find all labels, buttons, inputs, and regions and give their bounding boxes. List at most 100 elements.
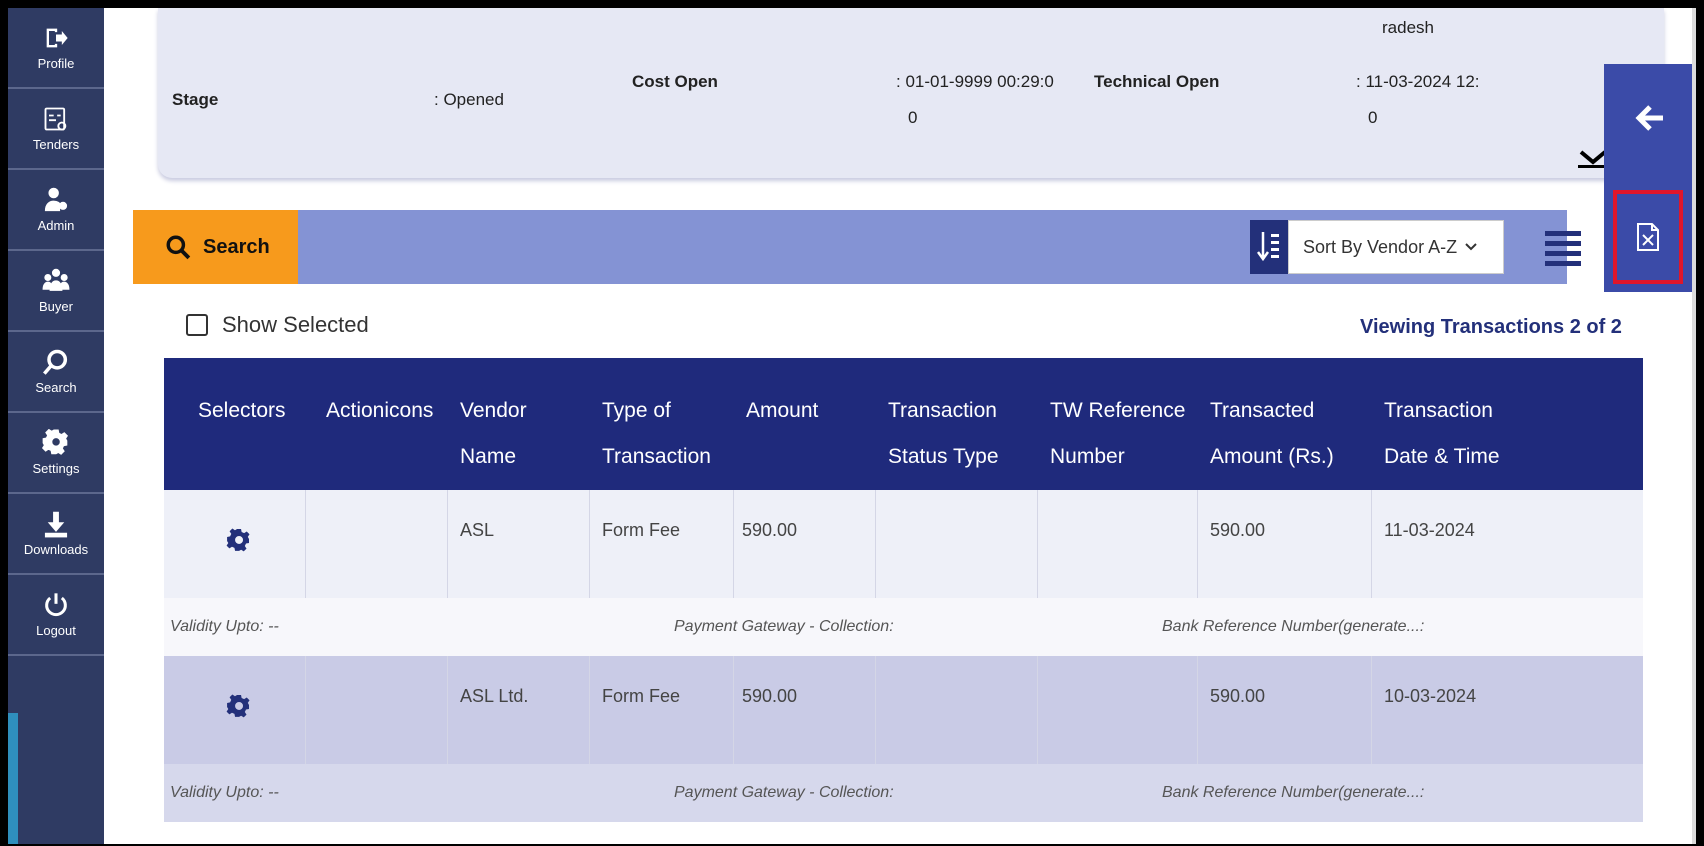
row-details: Validity Upto: -- Payment Gateway - Coll… bbox=[164, 764, 1643, 822]
stage-value: : Opened bbox=[434, 90, 504, 109]
header-line: Transaction bbox=[602, 445, 711, 468]
sort-icon[interactable] bbox=[1250, 220, 1288, 274]
header-transaction-date-time: Transaction Date & Time bbox=[1372, 358, 1543, 490]
cost-open-value: : 01-01-9999 00:29:0 bbox=[896, 72, 1054, 91]
sidebar-item-admin[interactable]: Admin bbox=[8, 170, 104, 251]
checkbox-box[interactable] bbox=[186, 314, 208, 336]
header-line: TW Reference bbox=[1050, 399, 1186, 422]
header-selectors: Selectors bbox=[164, 358, 306, 490]
header-line: Amount (Rs.) bbox=[1210, 445, 1334, 468]
buyer-icon bbox=[42, 268, 70, 291]
export-excel-button[interactable] bbox=[1613, 190, 1683, 284]
show-selected-label: Show Selected bbox=[222, 312, 369, 337]
row-details: Validity Upto: -- Payment Gateway - Coll… bbox=[164, 598, 1643, 656]
search-icon bbox=[166, 235, 191, 260]
selector-cell bbox=[164, 490, 306, 598]
header-amount: Amount bbox=[734, 358, 876, 490]
gear-icon[interactable] bbox=[226, 694, 252, 720]
header-line: Actionicons bbox=[326, 399, 434, 422]
scrollbar[interactable] bbox=[1692, 8, 1696, 844]
amount-cell: 590.00 bbox=[734, 656, 876, 764]
header-tw-reference-number: TW Reference Number bbox=[1038, 358, 1198, 490]
app-frame: Profile Tenders Admin Buyer Search Setti… bbox=[8, 8, 1696, 844]
show-selected-checkbox[interactable]: Show Selected bbox=[186, 312, 369, 338]
sidebar-item-label: Buyer bbox=[39, 299, 73, 314]
sidebar-item-label: Admin bbox=[37, 218, 75, 233]
table-header: Selectors Actionicons Vendor Name Type of… bbox=[164, 358, 1643, 490]
selector-cell bbox=[164, 656, 306, 764]
viewing-count: Viewing Transactions 2 of 2 bbox=[1360, 316, 1622, 338]
technical-open-value-cont: 0 bbox=[1368, 108, 1378, 127]
bank-reference-text: Bank Reference Number(generate...: bbox=[1162, 618, 1425, 635]
sidebar-item-label: Downloads bbox=[23, 542, 89, 557]
table-row[interactable]: ASL Form Fee 590.00 590.00 11-03-2024 bbox=[164, 490, 1643, 598]
tw-reference-cell bbox=[1038, 656, 1198, 764]
sidebar-item-profile[interactable]: Profile bbox=[8, 8, 104, 89]
profile-icon bbox=[46, 28, 68, 48]
status-type-cell bbox=[876, 490, 1038, 598]
sidebar-item-downloads[interactable]: Downloads bbox=[8, 494, 104, 575]
sidebar-item-label: Tenders bbox=[32, 137, 80, 152]
back-button[interactable] bbox=[1604, 64, 1696, 172]
header-line: Vendor bbox=[460, 399, 527, 422]
arrow-left-icon bbox=[1635, 105, 1663, 131]
admin-icon bbox=[44, 187, 68, 212]
actionicons-cell bbox=[306, 656, 448, 764]
header-line: Status Type bbox=[888, 445, 999, 468]
download-icon bbox=[44, 511, 68, 538]
header-vendor-name: Vendor Name bbox=[448, 358, 590, 490]
header-line: Name bbox=[460, 445, 517, 468]
sidebar: Profile Tenders Admin Buyer Search Setti… bbox=[8, 8, 104, 844]
header-line: Amount bbox=[746, 399, 819, 422]
payment-gateway-text: Payment Gateway - Collection: bbox=[674, 784, 894, 801]
validity-text: Validity Upto: -- bbox=[170, 784, 279, 801]
transacted-amount-cell: 590.00 bbox=[1198, 490, 1372, 598]
sidebar-item-buyer[interactable]: Buyer bbox=[8, 251, 104, 332]
sidebar-item-label: Search bbox=[35, 380, 77, 395]
vendor-name-cell: ASL Ltd. bbox=[448, 656, 590, 764]
bank-reference-text: Bank Reference Number(generate...: bbox=[1162, 784, 1425, 801]
logout-icon bbox=[45, 593, 67, 617]
header-line: Transacted bbox=[1210, 399, 1315, 422]
transacted-amount-cell: 590.00 bbox=[1198, 656, 1372, 764]
hamburger-menu-icon[interactable] bbox=[1543, 228, 1583, 268]
sort-dropdown-value: Sort By Vendor A-Z bbox=[1303, 236, 1458, 257]
header-line: Number bbox=[1050, 445, 1125, 468]
header-transacted-amount: Transacted Amount (Rs.) bbox=[1198, 358, 1372, 490]
amount-cell: 590.00 bbox=[734, 490, 876, 598]
technical-open-value: : 11-03-2024 12: bbox=[1356, 72, 1480, 91]
header-line: Type of bbox=[602, 399, 671, 422]
gear-icon[interactable] bbox=[226, 528, 252, 554]
settings-icon bbox=[42, 429, 69, 455]
sort-direction-icon bbox=[1257, 232, 1279, 262]
payment-gateway-text: Payment Gateway - Collection: bbox=[674, 618, 894, 635]
transaction-date-cell: 10-03-2024 bbox=[1384, 686, 1477, 706]
header-line: Transaction bbox=[888, 399, 997, 422]
search-button-label: Search bbox=[203, 235, 270, 258]
cost-open-value-cont: 0 bbox=[908, 108, 918, 127]
tenders-icon bbox=[44, 107, 67, 131]
table-row[interactable]: ASL Ltd. Form Fee 590.00 590.00 10-03-20… bbox=[164, 656, 1643, 764]
sidebar-item-label: Logout bbox=[36, 623, 76, 638]
floating-action-panel bbox=[1604, 64, 1696, 292]
transaction-date-cell: 11-03-2024 bbox=[1384, 520, 1475, 540]
sidebar-item-tenders[interactable]: Tenders bbox=[8, 89, 104, 170]
sidebar-item-logout[interactable]: Logout bbox=[8, 575, 104, 656]
transaction-type-cell: Form Fee bbox=[590, 490, 734, 598]
search-button[interactable]: Search bbox=[133, 210, 298, 284]
transactions-table: Selectors Actionicons Vendor Name Type of… bbox=[164, 358, 1643, 822]
tw-reference-cell bbox=[1038, 490, 1198, 598]
sidebar-item-search[interactable]: Search bbox=[8, 332, 104, 413]
stage-label: Stage bbox=[172, 90, 219, 109]
search-icon bbox=[43, 349, 68, 375]
sort-dropdown[interactable]: Sort By Vendor A-Z bbox=[1288, 220, 1504, 274]
header-line: Date & Time bbox=[1384, 445, 1500, 468]
technical-open-label: Technical Open bbox=[1094, 72, 1220, 91]
vendor-name-cell: ASL bbox=[448, 490, 590, 598]
sidebar-item-settings[interactable]: Settings bbox=[8, 413, 104, 494]
sidebar-accent-bar bbox=[8, 713, 18, 844]
header-type-of-transaction: Type of Transaction bbox=[590, 358, 734, 490]
header-actionicons: Actionicons bbox=[306, 358, 448, 490]
cost-open-label: Cost Open bbox=[632, 72, 718, 91]
chevron-down-icon bbox=[1465, 243, 1477, 251]
